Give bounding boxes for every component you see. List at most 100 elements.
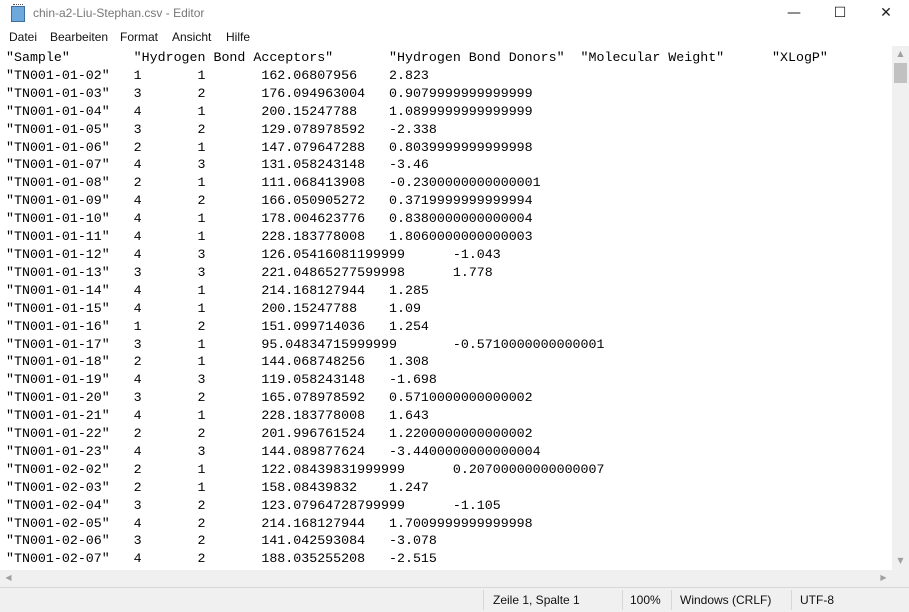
cell: -2.338 <box>389 121 437 137</box>
cell: 158.08439832 <box>261 479 358 495</box>
cell: "TN001-01-11" <box>6 229 110 245</box>
cell: "TN001-01-08" <box>6 175 110 191</box>
notepad-icon <box>11 4 25 22</box>
cursor-position: Zeile 1, Spalte 1 <box>493 593 580 607</box>
cell: "TN001-01-06" <box>6 139 110 155</box>
cell: 2 <box>197 85 206 101</box>
cell: 151.099714036 <box>261 318 366 334</box>
maximize-button[interactable]: ☐ <box>817 0 863 28</box>
cell: 1.0899999999999999 <box>389 103 533 119</box>
cell: 3 <box>133 264 142 280</box>
cell: 1 <box>197 282 206 298</box>
cell: 131.058243148 <box>261 157 366 173</box>
scroll-left-icon[interactable]: ◀ <box>0 573 17 582</box>
data-line: "TN001-01-08" 2 1 111.068413908 -0.23000… <box>6 174 828 192</box>
cell: "TN001-01-23" <box>6 443 110 459</box>
menu-ansicht[interactable]: Ansicht <box>172 30 211 44</box>
cell: 4 <box>133 229 142 245</box>
cell: "TN001-01-18" <box>6 354 110 370</box>
cell: 1 <box>197 67 206 83</box>
cell: 2 <box>133 461 142 477</box>
cell: 2 <box>133 139 142 155</box>
cell: 1.7009999999999998 <box>389 515 533 531</box>
data-line: "TN001-01-14" 4 1 214.168127944 1.285 <box>6 282 828 300</box>
cell: 1.2200000000000002 <box>389 426 533 442</box>
menu-bearbeiten[interactable]: Bearbeiten <box>50 30 108 44</box>
cell: 0.9079999999999999 <box>389 85 533 101</box>
cell: 166.050905272 <box>261 193 366 209</box>
cell: 3 <box>197 264 206 280</box>
cell: 2 <box>197 497 206 513</box>
data-line: "TN001-01-12" 4 3 126.05416081199999 -1.… <box>6 246 828 264</box>
cell: 188.035255208 <box>261 551 366 567</box>
status-bar: Zeile 1, Spalte 1 100% Windows (CRLF) UT… <box>0 587 909 612</box>
cell: "TN001-01-10" <box>6 211 110 227</box>
cell: 228.183778008 <box>261 229 366 245</box>
scroll-up-icon[interactable]: ▲ <box>892 49 909 58</box>
cell: 4 <box>133 282 142 298</box>
data-line: "TN001-01-06" 2 1 147.079647288 0.803999… <box>6 139 828 157</box>
cell: 2 <box>197 193 206 209</box>
cell: 4 <box>133 300 142 316</box>
cell: 1.308 <box>389 354 429 370</box>
cell: 2 <box>197 318 206 334</box>
cell: 0.20700000000000007 <box>452 461 605 477</box>
menu-datei[interactable]: Datei <box>9 30 37 44</box>
header-line: "Sample" "Hydrogen Bond Acceptors" "Hydr… <box>6 49 828 67</box>
data-line: "TN001-02-03" 2 1 158.08439832 1.247 <box>6 479 828 497</box>
window-title: chin-a2-Liu-Stephan.csv - Editor <box>33 6 205 20</box>
cell: "TN001-02-05" <box>6 515 110 531</box>
document-content: "Sample" "Hydrogen Bond Acceptors" "Hydr… <box>6 49 828 568</box>
cell: 200.15247788 <box>261 300 358 316</box>
cell: "TN001-01-07" <box>6 157 110 173</box>
cell: 0.8039999999999998 <box>389 139 533 155</box>
cell: 1.8060000000000003 <box>389 229 533 245</box>
vertical-scrollbar[interactable]: ▲ ▼ <box>892 46 909 570</box>
cell: -3.46 <box>389 157 429 173</box>
scroll-down-icon[interactable]: ▼ <box>892 556 909 565</box>
cell: 3 <box>133 497 142 513</box>
cell: "XLogP" <box>772 50 828 65</box>
data-line: "TN001-01-20" 3 2 165.078978592 0.571000… <box>6 389 828 407</box>
cell: "TN001-01-15" <box>6 300 110 316</box>
menu-bar: Datei Bearbeiten Format Ansicht Hilfe <box>0 28 909 47</box>
cell: 178.004623776 <box>261 211 366 227</box>
data-line: "TN001-01-19" 4 3 119.058243148 -1.698 <box>6 371 828 389</box>
close-button[interactable]: ✕ <box>863 0 909 28</box>
vertical-scroll-thumb[interactable] <box>894 63 907 83</box>
data-line: "TN001-01-03" 3 2 176.094963004 0.907999… <box>6 85 828 103</box>
cell: "TN001-01-05" <box>6 121 110 137</box>
cell: 4 <box>133 515 142 531</box>
menu-format[interactable]: Format <box>120 30 158 44</box>
cell: "TN001-01-16" <box>6 318 110 334</box>
cell: 0.5710000000000002 <box>389 390 533 406</box>
cell: 1.254 <box>389 318 429 334</box>
cell: -0.5710000000000001 <box>452 336 605 352</box>
data-line: "TN001-01-02" 1 1 162.06807956 2.823 <box>6 67 828 85</box>
cell: 162.06807956 <box>261 67 358 83</box>
data-line: "TN001-01-11" 4 1 228.183778008 1.806000… <box>6 228 828 246</box>
cell: -1.105 <box>452 497 501 513</box>
text-editor[interactable]: "Sample" "Hydrogen Bond Acceptors" "Hydr… <box>0 46 892 570</box>
minimize-button[interactable]: — <box>771 0 817 28</box>
cell: 2 <box>133 426 142 442</box>
menu-hilfe[interactable]: Hilfe <box>226 30 250 44</box>
cell: 3 <box>197 157 206 173</box>
cell: "TN001-01-20" <box>6 390 110 406</box>
cell: 0.8380000000000004 <box>389 211 533 227</box>
cell: "TN001-01-03" <box>6 85 110 101</box>
cell: 214.168127944 <box>261 282 366 298</box>
horizontal-scrollbar[interactable]: ◀ ▶ <box>0 570 892 587</box>
cell: 4 <box>133 193 142 209</box>
cell: 111.068413908 <box>261 175 366 191</box>
cell: 2.823 <box>389 67 429 83</box>
cell: -1.698 <box>389 372 437 388</box>
cell: "TN001-01-13" <box>6 264 110 280</box>
cell: 144.068748256 <box>261 354 366 370</box>
scroll-right-icon[interactable]: ▶ <box>875 573 892 582</box>
cell: 95.04834715999999 <box>261 336 397 352</box>
data-line: "TN001-01-21" 4 1 228.183778008 1.643 <box>6 407 828 425</box>
cell: 4 <box>133 103 142 119</box>
data-line: "TN001-01-15" 4 1 200.15247788 1.09 <box>6 300 828 318</box>
cell: 4 <box>133 211 142 227</box>
